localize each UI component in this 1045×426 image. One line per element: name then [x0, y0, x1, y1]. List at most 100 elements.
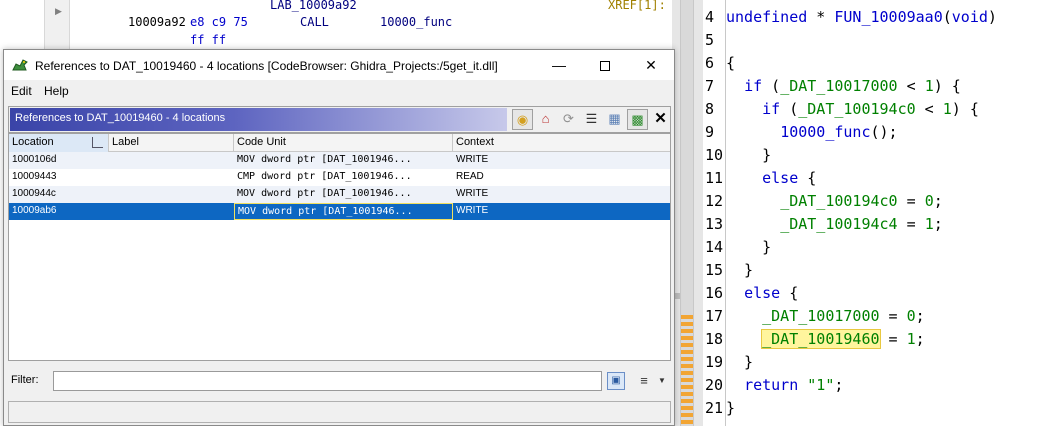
pane-divider[interactable]	[672, 0, 703, 426]
global-variable-token[interactable]: _DAT_100194c4	[780, 215, 897, 233]
global-variable-token[interactable]: _DAT_10017000	[762, 307, 879, 325]
highlight-marker[interactable]	[681, 371, 693, 375]
highlight-marker[interactable]	[681, 343, 693, 347]
table-row[interactable]: 1000944c MOV dword ptr [DAT_1001946... WRI…	[9, 186, 670, 203]
select-table-icon[interactable]: ▦	[604, 109, 625, 130]
code-line[interactable]: 20 return "1";	[703, 374, 843, 397]
code-text[interactable]: }	[726, 259, 753, 282]
code-text[interactable]: _DAT_100194c0 = 0;	[726, 190, 943, 213]
code-line[interactable]: 18 _DAT_10019460 = 1;	[703, 328, 925, 351]
panel-title-bar[interactable]: References to DAT_10019460 - 4 locations	[10, 108, 507, 131]
column-header-code-unit[interactable]: Code Unit	[234, 134, 453, 152]
number-token[interactable]: 0	[925, 192, 934, 210]
listing-address[interactable]: 10009a92	[128, 15, 186, 29]
highlight-marker[interactable]	[681, 357, 693, 361]
code-text[interactable]: _DAT_10019460 = 1;	[726, 328, 925, 351]
highlight-marker[interactable]	[681, 385, 693, 389]
tag-icon[interactable]: ◉	[512, 109, 533, 130]
highlight-marker[interactable]	[681, 413, 693, 417]
keyword-token[interactable]: return	[744, 376, 798, 394]
filter-apply-icon[interactable]: ▣	[607, 372, 625, 390]
listing-xref[interactable]: XREF[1]:	[608, 0, 666, 12]
keyword-token[interactable]: void	[952, 8, 988, 26]
code-text[interactable]: }	[726, 144, 771, 167]
code-text[interactable]: 10000_func();	[726, 121, 897, 144]
code-line[interactable]: 7 if (_DAT_10017000 < 1) {	[703, 75, 961, 98]
number-token[interactable]: 1	[943, 100, 952, 118]
code-line[interactable]: 17 _DAT_10017000 = 0;	[703, 305, 925, 328]
highlight-marker[interactable]	[681, 399, 693, 403]
code-text[interactable]: }	[726, 236, 771, 259]
decompiler-pane[interactable]: 4 undefined * FUN_10009aa0(void) 5 6{7 if (…	[703, 0, 1045, 426]
table-row[interactable]: 1000106d MOV dword ptr [DAT_1001946... WRI…	[9, 152, 670, 169]
filter-options-icon[interactable]: ≡	[635, 372, 653, 390]
keyword-token[interactable]: undefined	[726, 8, 807, 26]
listing-label[interactable]: LAB_10009a92	[270, 0, 357, 12]
code-text[interactable]: else {	[726, 167, 816, 190]
code-line[interactable]: 12 _DAT_100194c0 = 0;	[703, 190, 943, 213]
code-text[interactable]: }	[726, 351, 753, 374]
close-icon[interactable]: ✕	[650, 109, 671, 130]
code-line[interactable]: 6{	[703, 52, 735, 75]
highlight-marker[interactable]	[681, 329, 693, 333]
code-line[interactable]: 8 if (_DAT_100194c0 < 1) {	[703, 98, 979, 121]
code-line[interactable]: 16 else {	[703, 282, 798, 305]
function-token[interactable]: 10000_func	[780, 123, 870, 141]
references-table[interactable]: Location Label Code Unit Context 1000106…	[8, 133, 671, 361]
keyword-token[interactable]: if	[744, 77, 762, 95]
menu-help[interactable]: Help	[44, 84, 69, 98]
keyword-token[interactable]: if	[762, 100, 780, 118]
code-text[interactable]: return "1";	[726, 374, 843, 397]
close-window-button[interactable]: ✕	[628, 50, 674, 80]
column-header-context[interactable]: Context	[453, 134, 670, 152]
table-row[interactable]: 10009ab6 MOV dword ptr [DAT_1001946... WRI…	[9, 203, 670, 220]
keyword-token[interactable]: else	[744, 284, 780, 302]
table-row[interactable]: 10009443 CMP dword ptr [DAT_1001946... REA…	[9, 169, 670, 186]
code-text[interactable]: _DAT_10017000 = 0;	[726, 305, 925, 328]
global-variable-token[interactable]: _DAT_100194c0	[780, 192, 897, 210]
number-token[interactable]: 1	[925, 215, 934, 233]
highlight-marker[interactable]	[681, 364, 693, 368]
code-text[interactable]: }	[726, 397, 735, 420]
code-line[interactable]: 9 10000_func();	[703, 121, 898, 144]
code-text[interactable]: if (_DAT_10017000 < 1) {	[726, 75, 961, 98]
highlight-marker[interactable]	[681, 350, 693, 354]
number-token[interactable]: 1	[925, 77, 934, 95]
highlight-marker[interactable]	[681, 406, 693, 410]
code-line[interactable]: 15 }	[703, 259, 753, 282]
highlight-marker[interactable]	[681, 322, 693, 326]
menu-edit[interactable]: Edit	[11, 84, 32, 98]
keyword-token[interactable]: else	[762, 169, 798, 187]
minimize-button[interactable]: —	[536, 50, 582, 80]
code-text[interactable]: if (_DAT_100194c0 < 1) {	[726, 98, 979, 121]
number-token[interactable]: 1	[907, 330, 916, 348]
references-dialog[interactable]: References to DAT_10019460 - 4 locations…	[3, 49, 675, 426]
highlight-marker[interactable]	[681, 378, 693, 382]
code-line[interactable]: 21}	[703, 397, 735, 420]
global-variable-token[interactable]: _DAT_10019460	[761, 329, 881, 349]
code-text[interactable]: _DAT_100194c4 = 1;	[726, 213, 943, 236]
refresh-icon[interactable]: ⟳	[558, 109, 579, 130]
code-line[interactable]: 13 _DAT_100194c4 = 1;	[703, 213, 943, 236]
snapshot-icon[interactable]: ▩	[627, 109, 648, 130]
listing-operand[interactable]: 10000_func	[380, 15, 452, 29]
listing-mnemonic[interactable]: CALL	[300, 15, 329, 29]
filter-input[interactable]	[53, 371, 602, 391]
column-header-label[interactable]: Label	[109, 134, 234, 152]
code-line[interactable]: 11 else {	[703, 167, 816, 190]
code-text[interactable]: undefined * FUN_10009aa0(void)	[726, 6, 997, 29]
maximize-button[interactable]	[582, 50, 628, 80]
dialog-titlebar[interactable]: References to DAT_10019460 - 4 locations…	[4, 50, 674, 80]
code-text[interactable]: else {	[726, 282, 798, 305]
global-variable-token[interactable]: _DAT_100194c0	[798, 100, 915, 118]
number-token[interactable]: 0	[907, 307, 916, 325]
highlight-marker[interactable]	[681, 336, 693, 340]
highlight-marker[interactable]	[681, 392, 693, 396]
highlight-marker[interactable]	[681, 420, 693, 424]
code-line[interactable]: 5	[703, 29, 725, 52]
list-icon[interactable]: ☰	[581, 109, 602, 130]
code-line[interactable]: 10 }	[703, 144, 771, 167]
code-line[interactable]: 4 undefined * FUN_10009aa0(void)	[703, 6, 997, 29]
global-variable-token[interactable]: _DAT_10017000	[780, 77, 897, 95]
function-token[interactable]: FUN_10009aa0	[834, 8, 942, 26]
